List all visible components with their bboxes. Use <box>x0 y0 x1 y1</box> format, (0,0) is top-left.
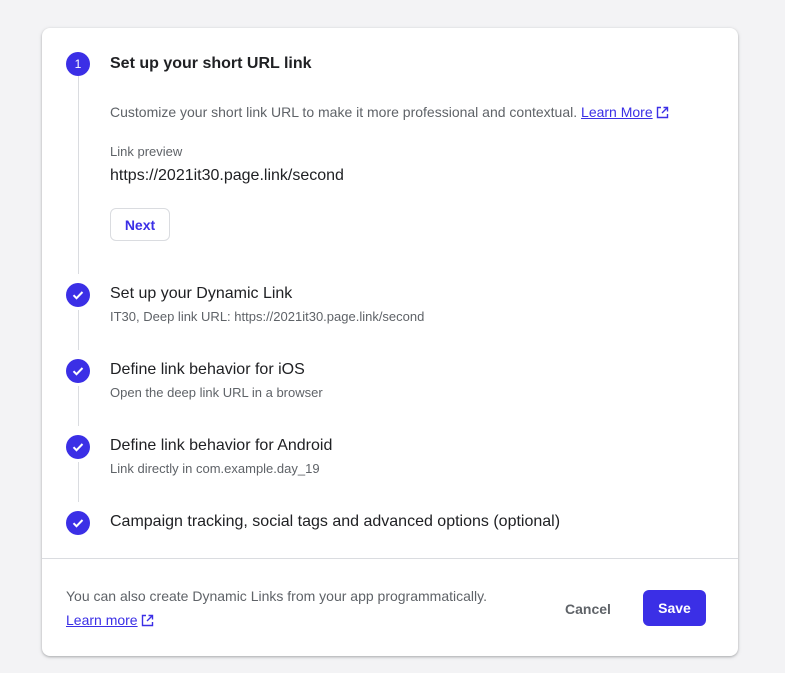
link-preview-label: Link preview <box>110 144 183 159</box>
step-connector-line <box>78 462 79 502</box>
check-icon <box>72 443 84 452</box>
step-complete-badge <box>66 283 90 307</box>
footer-learn-more-label: Learn more <box>66 612 138 628</box>
step-title-ios[interactable]: Define link behavior for iOS <box>110 361 305 379</box>
step-connector-line <box>78 386 79 426</box>
open-in-new-icon <box>656 106 668 119</box>
step-description: Customize your short link URL to make it… <box>110 104 669 120</box>
footer-info-text: You can also create Dynamic Links from y… <box>66 588 487 604</box>
check-icon <box>72 291 84 300</box>
step-description-text: Customize your short link URL to make it… <box>110 104 578 120</box>
step-complete-badge <box>66 359 90 383</box>
save-button[interactable]: Save <box>643 590 706 626</box>
step-number-badge: 1 <box>66 52 90 76</box>
step-title-short-url[interactable]: Set up your short URL link <box>110 55 312 73</box>
check-icon <box>72 367 84 376</box>
footer-learn-more[interactable]: Learn more <box>66 612 154 628</box>
link-preview-value: https://2021it30.page.link/second <box>110 167 344 184</box>
step-subtitle-ios: Open the deep link URL in a browser <box>110 385 323 400</box>
footer-learn-more-link[interactable]: Learn more <box>66 612 154 628</box>
step-complete-badge <box>66 435 90 459</box>
step-subtitle-dynamic-link: IT30, Deep link URL: https://2021it30.pa… <box>110 309 425 324</box>
step-subtitle-android: Link directly in com.example.day_19 <box>110 461 320 476</box>
step-title-android[interactable]: Define link behavior for Android <box>110 437 332 455</box>
learn-more-link-label: Learn More <box>581 104 653 120</box>
next-button[interactable]: Next <box>110 208 170 241</box>
learn-more-link[interactable]: Learn More <box>581 104 669 120</box>
footer-divider <box>42 558 738 559</box>
dynamic-link-stepper-card: 1 Set up your short URL link Customize y… <box>42 28 738 656</box>
step-connector-line <box>78 310 79 350</box>
step-title-dynamic-link[interactable]: Set up your Dynamic Link <box>110 285 292 303</box>
step-title-campaign[interactable]: Campaign tracking, social tags and advan… <box>110 513 560 531</box>
step-connector-line <box>78 76 79 274</box>
check-icon <box>72 519 84 528</box>
cancel-button[interactable]: Cancel <box>558 591 618 627</box>
open-in-new-icon <box>141 614 153 627</box>
step-number: 1 <box>74 57 82 71</box>
step-complete-badge <box>66 511 90 535</box>
